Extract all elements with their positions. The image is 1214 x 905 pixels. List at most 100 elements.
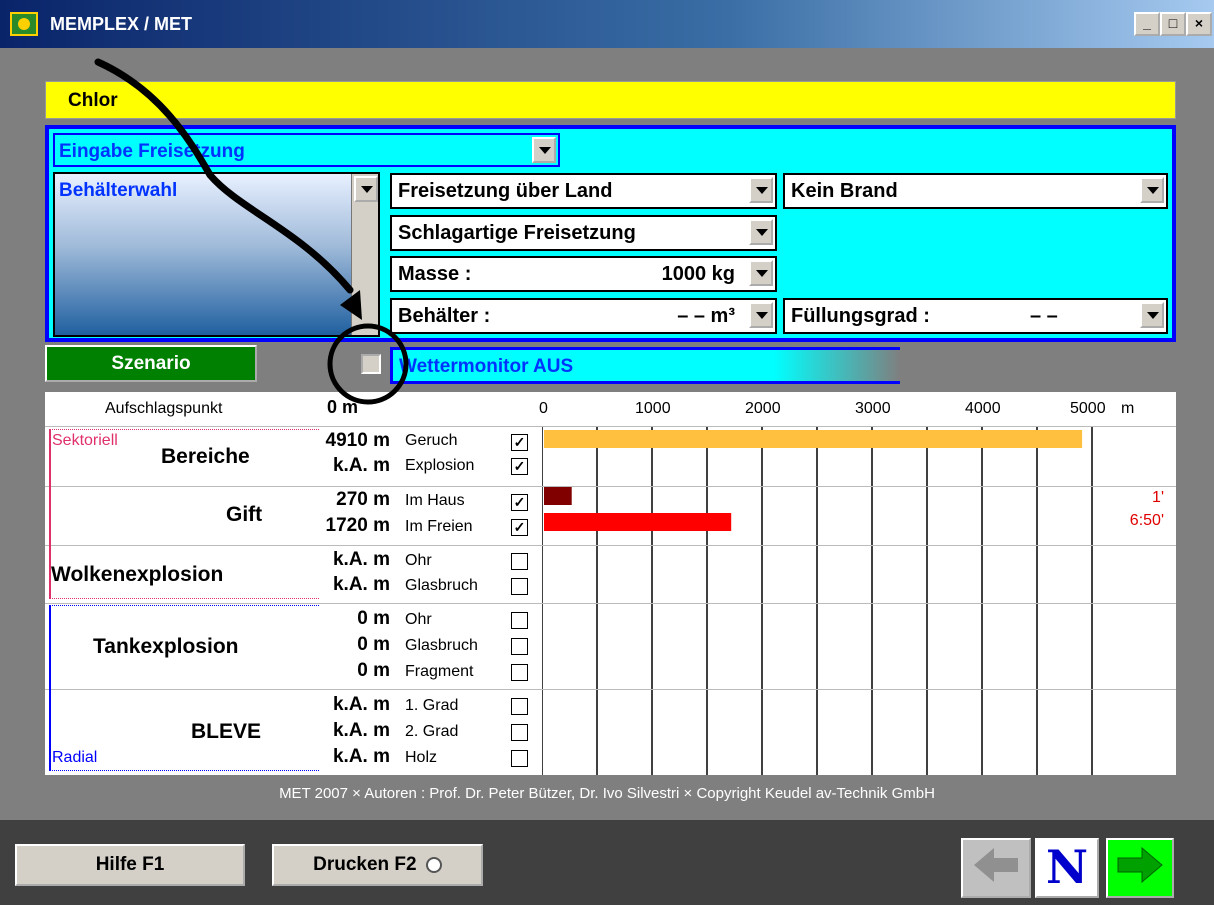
container-list[interactable]: Behälterwahl [53,172,380,337]
footer-credits: MET 2007 × Autoren : Prof. Dr. Peter Büt… [279,785,935,802]
measure-checkbox[interactable] [511,750,528,767]
measure-label: 1. Grad [405,697,459,714]
distance-value: k.A. m [332,574,390,595]
window-title: MEMPLEX / MET [50,14,193,34]
measure-label: Ohr [405,611,432,628]
container-volume-select[interactable]: Behälter : – – m³ [390,298,777,334]
axis-tick: 5000 [1070,400,1106,417]
distance-value: k.A. m [332,455,390,476]
distance-value: k.A. m [332,720,390,741]
forward-button[interactable] [1106,838,1174,898]
row-separator [45,603,1176,604]
group-name: Gift [226,503,263,526]
radio-icon [425,856,442,873]
measure-checkbox[interactable]: ✓ [511,434,528,451]
radial-bracket-top [49,605,319,606]
distance-value: k.A. m [332,746,390,767]
release-type-select[interactable]: Schlagartige Freisetzung [390,215,777,251]
arrow-left-icon [974,848,1018,882]
axis-tick: 0 [539,400,548,417]
distance-value: 1720 m [325,515,390,536]
measure-label: Explosion [405,457,475,474]
release-location-select[interactable]: Freisetzung über Land [390,173,777,209]
sector-label: Sektoriell [52,432,118,449]
distance-value: k.A. m [332,694,390,715]
measure-label: Im Freien [405,518,473,535]
exposure-time: 1' [1152,489,1164,506]
mass-select[interactable]: Masse : 1000 kg [390,256,777,292]
axis-tick: 2000 [745,400,781,417]
measure-checkbox[interactable]: ✓ [511,494,528,511]
distance-value: 270 m [336,489,390,510]
release-location-value: Freisetzung über Land [398,180,613,202]
weather-monitor-panel: Wettermonitor AUS [390,347,900,384]
app-icon [10,12,38,36]
mode-select-label: Eingabe Freisetzung [59,141,245,162]
radial-bracket [49,605,319,770]
chevron-down-icon[interactable] [354,176,378,202]
fill-level-select[interactable]: Füllungsgrad : – – [783,298,1168,334]
group-name: Wolkenexplosion [51,563,224,586]
impact-label: Aufschlagspunkt [105,400,223,417]
chevron-down-icon[interactable] [1140,177,1164,203]
axis-unit: m [1121,400,1135,417]
group-name: Bereiche [161,445,250,468]
row-separator [45,426,1176,427]
mass-value: 1000 kg [661,263,735,285]
chevron-down-icon[interactable] [1140,302,1164,328]
distance-value: 4910 m [325,430,390,451]
measure-checkbox[interactable] [511,612,528,629]
container-list-scrollbar[interactable] [351,174,378,335]
substance-bar[interactable]: Chlor [45,81,1176,119]
n-button[interactable]: N [1035,838,1099,898]
chevron-down-icon[interactable] [749,177,773,203]
distance-value: 0 m [357,608,390,629]
fire-select[interactable]: Kein Brand [783,173,1168,209]
measure-checkbox[interactable] [511,698,528,715]
bar-im-freien [544,513,732,531]
weather-monitor-checkbox[interactable] [361,354,381,374]
measure-label: 2. Grad [405,723,459,740]
measure-label: Glasbruch [405,577,478,594]
radial-bracket-bottom [49,770,319,771]
bottom-toolbar: Hilfe F1 Drucken F2 N [0,820,1214,905]
scenario-button[interactable]: Szenario [45,345,257,382]
container-volume-value: – – m³ [677,305,735,327]
measure-checkbox[interactable]: ✓ [511,458,528,475]
measure-checkbox[interactable] [511,553,528,570]
measure-label: Holz [405,749,438,766]
print-button-label: Drucken F2 [313,854,417,875]
measure-label: Geruch [405,432,458,449]
chevron-down-icon[interactable] [749,260,773,286]
measure-checkbox[interactable] [511,724,528,741]
maximize-button[interactable]: □ [1160,12,1186,36]
measure-label: Glasbruch [405,637,478,654]
chevron-down-icon[interactable] [749,219,773,245]
mode-select[interactable]: Eingabe Freisetzung [53,133,560,167]
sector-bracket-top [49,429,319,430]
distance-value: 0 m [357,634,390,655]
measure-checkbox[interactable] [511,578,528,595]
chevron-down-icon[interactable] [749,302,773,328]
distance-value: 0 m [357,660,390,681]
measure-checkbox[interactable]: ✓ [511,519,528,536]
print-button[interactable]: Drucken F2 [272,844,483,886]
mass-label: Masse : [398,263,472,285]
radial-label: Radial [52,749,98,766]
axis-tick: 3000 [855,400,891,417]
distance-value: k.A. m [332,549,390,570]
measure-checkbox[interactable] [511,664,528,681]
measure-label: Ohr [405,552,432,569]
arrow-right-icon [1117,846,1163,884]
back-button[interactable] [961,838,1031,898]
help-button[interactable]: Hilfe F1 [15,844,245,886]
bar-im-haus [544,487,572,505]
title-bar: MEMPLEX / MET _ □ × [0,0,1214,48]
measure-checkbox[interactable] [511,638,528,655]
fill-level-value: – – [1030,305,1058,327]
group-name: BLEVE [191,720,262,743]
n-button-label: N [1045,840,1089,894]
chevron-down-icon[interactable] [532,137,556,163]
minimize-button[interactable]: _ [1134,12,1160,36]
close-button[interactable]: × [1186,12,1212,36]
